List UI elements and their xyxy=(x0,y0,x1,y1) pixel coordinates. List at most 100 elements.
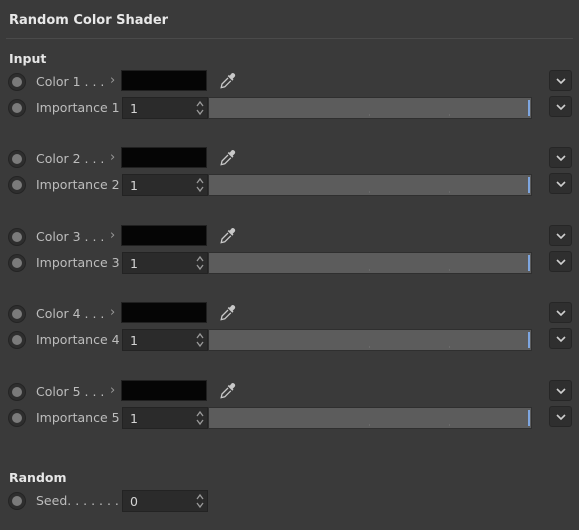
spinner-arrows-icon[interactable] xyxy=(195,410,205,426)
slider-handle[interactable] xyxy=(528,100,530,116)
title-divider xyxy=(6,38,573,39)
importance-slider[interactable] xyxy=(208,252,532,274)
color-swatch[interactable] xyxy=(121,70,207,91)
radio-icon[interactable] xyxy=(8,228,26,246)
radio-icon[interactable] xyxy=(8,331,26,349)
color-row-4: Color 4 . . . › xyxy=(0,302,579,326)
color-label: Color 2 . . . xyxy=(36,151,105,166)
importance-field[interactable]: 1 xyxy=(122,97,208,119)
chevron-right-icon[interactable]: › xyxy=(110,383,115,398)
eyedropper-icon[interactable] xyxy=(218,302,238,324)
random-section-header: Random xyxy=(9,470,67,485)
importance-label: Importance 1 xyxy=(36,100,120,115)
color-swatch[interactable] xyxy=(121,380,207,401)
eyedropper-icon[interactable] xyxy=(218,70,238,92)
importance-label: Importance 4 xyxy=(36,332,120,347)
slider-tick xyxy=(449,346,450,348)
color-swatch[interactable] xyxy=(121,302,207,323)
importance-label: Importance 5 xyxy=(36,410,120,425)
importance-value: 1 xyxy=(130,178,138,193)
chevron-down-icon[interactable] xyxy=(549,96,572,117)
color-label: Color 1 . . . xyxy=(36,74,105,89)
importance-field[interactable]: 1 xyxy=(122,329,208,351)
chevron-down-icon[interactable] xyxy=(549,328,572,349)
spinner-arrows-icon[interactable] xyxy=(195,493,205,509)
radio-icon[interactable] xyxy=(8,176,26,194)
slider-fill xyxy=(209,98,531,118)
slider-tick xyxy=(369,346,370,348)
chevron-down-icon[interactable] xyxy=(549,302,572,323)
importance-value: 1 xyxy=(130,333,138,348)
importance-slider[interactable] xyxy=(208,407,532,429)
radio-icon[interactable] xyxy=(8,150,26,168)
radio-icon[interactable] xyxy=(8,409,26,427)
radio-icon[interactable] xyxy=(8,305,26,323)
importance-slider[interactable] xyxy=(208,97,532,119)
color-row-3: Color 3 . . . › xyxy=(0,225,579,249)
chevron-down-icon[interactable] xyxy=(549,173,572,194)
spinner-arrows-icon[interactable] xyxy=(195,255,205,271)
slider-handle[interactable] xyxy=(528,177,530,193)
importance-value: 1 xyxy=(130,256,138,271)
color-swatch[interactable] xyxy=(121,225,207,246)
importance-value: 1 xyxy=(130,411,138,426)
slider-handle[interactable] xyxy=(528,410,530,426)
importance-slider[interactable] xyxy=(208,174,532,196)
slider-tick xyxy=(369,191,370,193)
importance-field[interactable]: 1 xyxy=(122,252,208,274)
chevron-down-icon[interactable] xyxy=(549,147,572,168)
spinner-arrows-icon[interactable] xyxy=(195,100,205,116)
slider-tick xyxy=(369,114,370,116)
radio-icon[interactable] xyxy=(8,99,26,117)
eyedropper-icon[interactable] xyxy=(218,147,238,169)
radio-icon[interactable] xyxy=(8,254,26,272)
chevron-right-icon[interactable]: › xyxy=(110,228,115,243)
slider-fill xyxy=(209,253,531,273)
spinner-arrows-icon[interactable] xyxy=(195,177,205,193)
slider-tick xyxy=(449,191,450,193)
chevron-down-icon[interactable] xyxy=(549,225,572,246)
color-label: Color 4 . . . xyxy=(36,306,105,321)
color-row-2: Color 2 . . . › xyxy=(0,147,579,171)
slider-fill xyxy=(209,330,531,350)
slider-tick xyxy=(449,424,450,426)
chevron-down-icon[interactable] xyxy=(549,251,572,272)
slider-tick xyxy=(369,424,370,426)
color-row-5: Color 5 . . . › xyxy=(0,380,579,404)
radio-icon[interactable] xyxy=(8,492,26,510)
slider-tick xyxy=(369,269,370,271)
eyedropper-icon[interactable] xyxy=(218,380,238,402)
importance-field[interactable]: 1 xyxy=(122,407,208,429)
slider-tick xyxy=(449,269,450,271)
color-label: Color 5 . . . xyxy=(36,384,105,399)
seed-value: 0 xyxy=(130,494,138,509)
color-row-1: Color 1 . . . › xyxy=(0,70,579,94)
importance-row-3: Importance 3 1 xyxy=(0,251,579,275)
importance-field[interactable]: 1 xyxy=(122,174,208,196)
eyedropper-icon[interactable] xyxy=(218,225,238,247)
seed-field[interactable]: 0 xyxy=(122,490,208,512)
importance-label: Importance 3 xyxy=(36,255,120,270)
spinner-arrows-icon[interactable] xyxy=(195,332,205,348)
importance-row-5: Importance 5 1 xyxy=(0,406,579,430)
seed-row: Seed. . . . . . . 0 xyxy=(0,489,579,513)
importance-row-4: Importance 4 1 xyxy=(0,328,579,352)
slider-fill xyxy=(209,408,531,428)
slider-handle[interactable] xyxy=(528,332,530,348)
panel-title: Random Color Shader xyxy=(9,13,169,28)
chevron-right-icon[interactable]: › xyxy=(110,73,115,88)
slider-tick xyxy=(449,114,450,116)
chevron-down-icon[interactable] xyxy=(549,380,572,401)
chevron-down-icon[interactable] xyxy=(549,406,572,427)
chevron-right-icon[interactable]: › xyxy=(110,305,115,320)
importance-slider[interactable] xyxy=(208,329,532,351)
slider-fill xyxy=(209,175,531,195)
importance-value: 1 xyxy=(130,101,138,116)
chevron-right-icon[interactable]: › xyxy=(110,150,115,165)
importance-label: Importance 2 xyxy=(36,177,120,192)
chevron-down-icon[interactable] xyxy=(549,70,572,91)
radio-icon[interactable] xyxy=(8,383,26,401)
slider-handle[interactable] xyxy=(528,255,530,271)
color-swatch[interactable] xyxy=(121,147,207,168)
radio-icon[interactable] xyxy=(8,73,26,91)
